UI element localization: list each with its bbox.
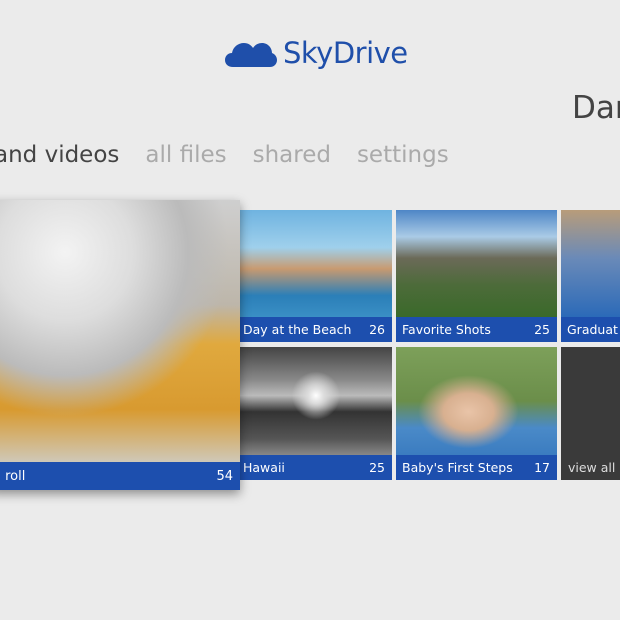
skydrive-logo: SkyDrive — [225, 36, 408, 70]
album-thumbnail — [0, 200, 240, 462]
album-thumbnail — [240, 210, 392, 317]
album-thumbnail — [240, 347, 392, 455]
app-title: SkyDrive — [283, 36, 408, 70]
album-name: a roll — [0, 468, 26, 484]
cloud-icon — [225, 43, 277, 67]
album-tile-graduation[interactable]: Graduat — [561, 210, 620, 342]
album-tile-hawaii[interactable]: Hawaii 25 — [240, 347, 392, 480]
album-tile-camera-roll[interactable]: a roll 54 — [0, 200, 240, 490]
album-thumbnail — [396, 210, 557, 317]
tab-shared[interactable]: shared — [253, 142, 331, 168]
album-tile-day-at-the-beach[interactable]: Day at the Beach 26 — [240, 210, 392, 342]
album-tile-favorite-shots[interactable]: Favorite Shots 25 — [396, 210, 557, 342]
tab-photos-and-videos[interactable]: and videos — [0, 142, 119, 168]
album-name: Day at the Beach — [243, 322, 352, 337]
tab-settings[interactable]: settings — [357, 142, 449, 168]
nav-tabs: and videos all files shared settings — [0, 142, 449, 168]
album-count: 17 — [534, 460, 550, 475]
album-name: Hawaii — [243, 460, 285, 475]
album-count: 54 — [216, 468, 233, 484]
album-count: 25 — [369, 460, 385, 475]
view-all-tile[interactable]: view all — [561, 347, 620, 480]
tab-all-files[interactable]: all files — [145, 142, 226, 168]
album-count: 25 — [534, 322, 550, 337]
album-name: Baby's First Steps — [402, 460, 513, 475]
album-thumbnail — [396, 347, 557, 455]
album-name: Graduat — [567, 322, 618, 337]
album-name: Favorite Shots — [402, 322, 491, 337]
album-count: 26 — [369, 322, 385, 337]
user-name[interactable]: Dar — [572, 90, 620, 126]
view-all-label: view all — [568, 460, 616, 475]
album-thumbnail — [561, 210, 620, 317]
album-tile-babys-first-steps[interactable]: Baby's First Steps 17 — [396, 347, 557, 480]
